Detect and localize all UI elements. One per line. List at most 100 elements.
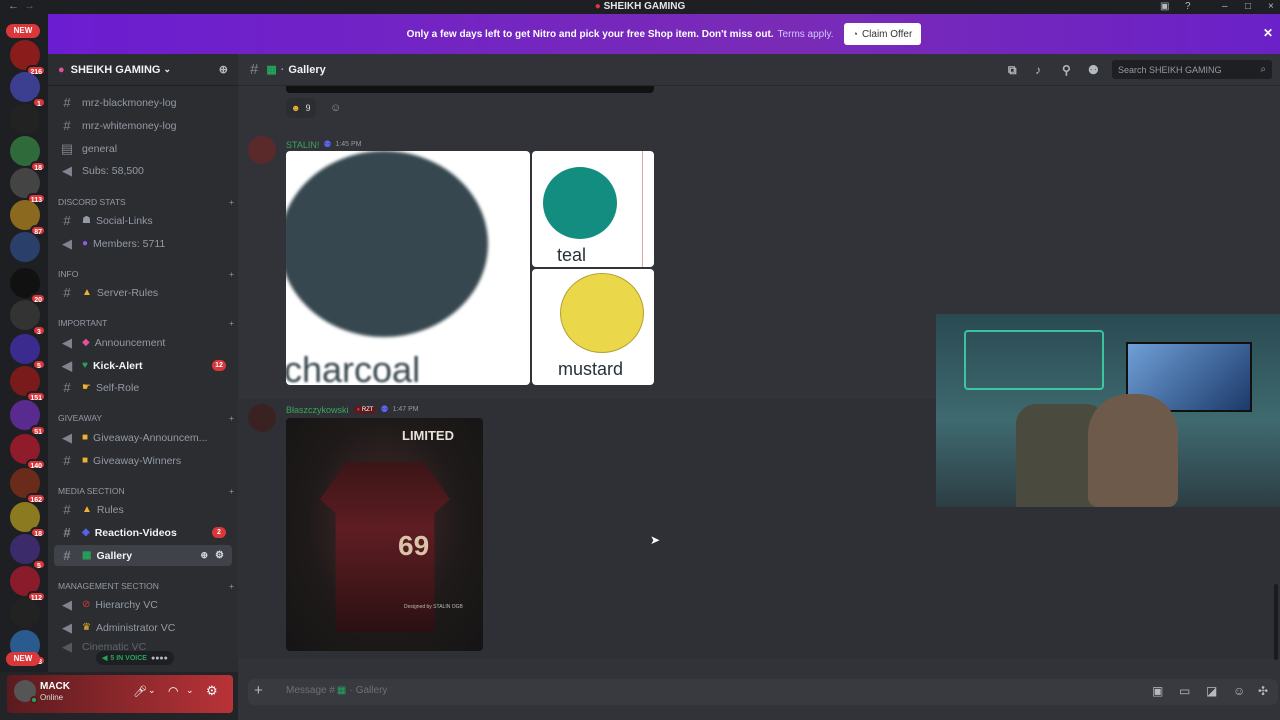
previous-image[interactable] [286, 86, 654, 93]
server-header[interactable]: ● SHEIKH GAMING ⌄ ⊕ [48, 54, 238, 86]
hash-icon: # [250, 61, 259, 78]
chevron-down-icon[interactable]: ⌄ [186, 685, 194, 696]
inbox-icon[interactable]: ▣ [1160, 0, 1169, 13]
hash-icon: # [63, 95, 71, 110]
gear-icon[interactable]: ⚙ [206, 683, 218, 699]
channel-item[interactable]: # ▲ Server-Rules [54, 282, 232, 303]
add-channel-icon[interactable]: + [229, 197, 234, 207]
message-author[interactable]: Błaszczykowski [286, 405, 349, 415]
category-giveaway[interactable]: GIVEAWAY + [58, 413, 234, 423]
channel-item[interactable]: ◀ ◆ Announcement [54, 332, 232, 353]
server-icon[interactable]: 216 [10, 40, 46, 76]
help-icon[interactable]: ? [1185, 0, 1191, 13]
add-channel-icon[interactable]: + [229, 318, 234, 328]
add-reaction-icon[interactable]: ☺ [330, 102, 341, 114]
category-info[interactable]: INFO + [58, 269, 234, 279]
category-management[interactable]: MANAGEMENT SECTION + [58, 581, 234, 591]
channel-item[interactable]: # ■ Giveaway-Winners [54, 450, 232, 471]
server-icon[interactable]: 18 [10, 502, 46, 538]
server-icon[interactable]: 140 [10, 434, 46, 470]
claim-offer-button[interactable]: ◔ Claim Offer [843, 23, 922, 45]
chevron-down-icon[interactable]: ⌄ [148, 685, 156, 696]
avatar[interactable] [248, 136, 276, 164]
mute-bell-icon[interactable]: ♪ [1035, 63, 1041, 77]
close-window-icon[interactable]: × [1268, 0, 1274, 13]
speaker-icon: ◀ [62, 619, 72, 635]
apps-icon[interactable]: ✣ [1258, 684, 1268, 698]
member-list-icon[interactable]: ⚉ [1088, 63, 1099, 77]
close-banner-icon[interactable]: ✕ [1263, 26, 1273, 40]
headphones-icon[interactable]: ◠ [168, 684, 178, 698]
gif-icon[interactable]: ▭ [1179, 684, 1190, 698]
speaker-icon: ◀ [62, 162, 72, 178]
server-icon[interactable]: 51 [10, 400, 46, 436]
gear-icon[interactable]: ⚙ [215, 550, 224, 561]
hand-icon: ☛ [82, 382, 91, 393]
channel-item[interactable]: # mrz-blackmoney-log [54, 92, 232, 113]
add-channel-icon[interactable]: + [229, 581, 234, 591]
channel-item[interactable]: # ▲ Rules [54, 499, 232, 520]
server-icon[interactable]: 87 [10, 200, 46, 236]
server-icon[interactable]: 5 [10, 334, 46, 370]
server-icon[interactable] [10, 232, 40, 262]
attachment-image-mustard[interactable]: mustard [532, 269, 654, 385]
message-timestamp: 1:47 PM [392, 406, 419, 413]
server-icon[interactable]: 151 [10, 366, 46, 402]
server-icon[interactable]: 3 [10, 300, 46, 336]
attachment-image-teal[interactable]: teal [532, 151, 654, 267]
channel-item[interactable]: ◀ ● Members: 5711 [54, 233, 232, 254]
channel-item[interactable]: # ☛ Self-Role [54, 377, 232, 398]
add-member-icon[interactable]: ⊕ [200, 550, 208, 561]
in-voice-pill[interactable]: ◀ 5 IN VOICE ●●●● [96, 651, 174, 665]
category-media[interactable]: MEDIA SECTION + [58, 486, 234, 496]
forum-icon: ▤ [60, 140, 74, 156]
server-icon[interactable]: 113 [10, 168, 46, 204]
pin-icon[interactable]: ⚲ [1062, 63, 1071, 77]
channel-item[interactable]: ◀ Subs: 58,500 [54, 160, 232, 181]
category-discord-stats[interactable]: DISCORD STATS + [58, 197, 234, 207]
server-icon[interactable]: 112 [10, 566, 46, 602]
maximize-icon[interactable]: □ [1245, 0, 1251, 13]
hash-icon: # [63, 525, 71, 540]
add-channel-icon[interactable]: + [229, 486, 234, 496]
channel-item[interactable]: # mrz-whitemoney-log [54, 115, 232, 136]
channel-item[interactable]: ◀ ♥ Kick-Alert 12 [54, 355, 232, 376]
server-icon[interactable]: 162 [10, 468, 46, 504]
emoji-icon[interactable]: ☺ [1233, 684, 1245, 698]
add-member-icon[interactable]: ⊕ [219, 63, 228, 76]
message-input[interactable]: Message # ▦ · Gallery [286, 685, 387, 696]
channel-item-gallery[interactable]: # ▦ Gallery ⊕ ⚙ [54, 545, 232, 566]
message-author[interactable]: STALIN! [286, 140, 319, 150]
category-important[interactable]: IMPORTANT + [58, 318, 234, 328]
channel-item[interactable]: ◀ ⊘ Hierarchy VC [54, 594, 232, 615]
channel-item[interactable]: # ☗ Social-Links [54, 210, 232, 231]
channel-item[interactable]: # ◈ Reaction-Videos 2 [54, 522, 232, 543]
microphone-icon[interactable]: 🎤︎ [133, 685, 147, 698]
role-icon: ⚉ [380, 404, 389, 414]
reaction-pill[interactable]: ☻ 9 [286, 98, 316, 118]
server-icon[interactable]: 18 [10, 136, 46, 172]
avatar[interactable] [248, 404, 276, 432]
search-input[interactable]: Search SHEIKH GAMING ⌕ [1112, 60, 1272, 79]
channel-item[interactable]: ◀ ■ Giveaway-Announcem... [54, 427, 232, 448]
attachment-image-jersey[interactable]: LIMITED 69 Designed by STALIN OGB [286, 418, 483, 651]
gift-icon[interactable]: ▣ [1152, 684, 1163, 698]
channel-item[interactable]: ◀ ♛ Administrator VC [54, 617, 232, 638]
terms-link[interactable]: Terms apply. [778, 29, 834, 40]
server-icon[interactable]: 20 [10, 268, 46, 304]
color-label: teal [557, 245, 587, 265]
sticker-icon[interactable]: ◪ [1206, 684, 1217, 698]
server-icon[interactable]: 1 [10, 72, 46, 108]
server-icon[interactable] [10, 598, 40, 628]
message-composer[interactable]: + Message # ▦ · Gallery ▣ ▭ ◪ ☺ ✣ [248, 679, 1278, 705]
threads-icon[interactable]: ⧉ [1008, 63, 1017, 78]
server-icon[interactable]: 5 [10, 534, 46, 570]
attachment-image-charcoal[interactable]: charcoal [286, 151, 530, 385]
channel-item[interactable]: ▤ general [54, 138, 232, 159]
add-channel-icon[interactable]: + [229, 269, 234, 279]
scrollbar-thumb[interactable] [1274, 584, 1278, 660]
add-attachment-icon[interactable]: + [254, 682, 263, 699]
add-channel-icon[interactable]: + [229, 413, 234, 423]
minimize-icon[interactable]: – [1222, 0, 1228, 13]
server-icon[interactable] [10, 104, 40, 134]
